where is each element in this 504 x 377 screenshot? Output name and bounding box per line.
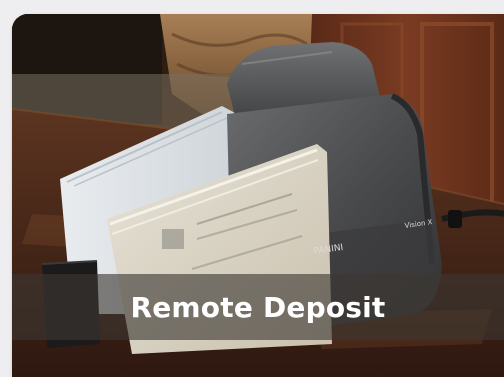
caption-bar: Remote Deposit <box>12 274 504 340</box>
tile-caption: Remote Deposit <box>130 290 386 324</box>
remote-deposit-tile[interactable]: PANINI Vision X Remote Deposit <box>12 14 504 377</box>
